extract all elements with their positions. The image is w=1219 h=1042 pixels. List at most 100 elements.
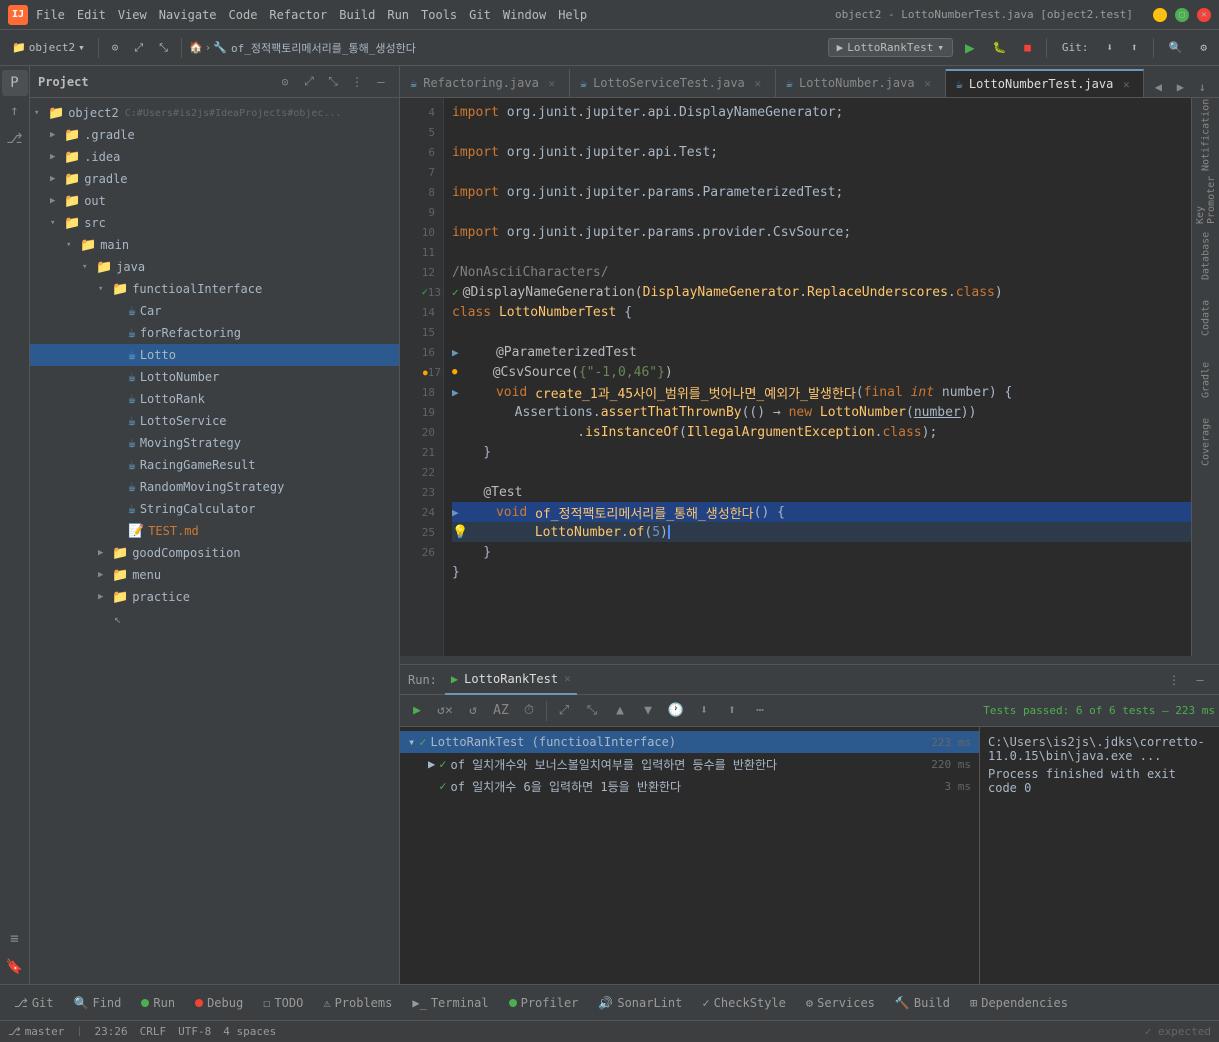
tree-item-practice[interactable]: ▶ 📁 practice — [30, 586, 399, 608]
tree-item-idea[interactable]: ▶ 📁 .idea — [30, 146, 399, 168]
update-button[interactable]: ⬇ — [1100, 38, 1119, 57]
structure-icon[interactable]: ≡ — [2, 926, 28, 952]
hide-panel-button[interactable]: — — [371, 72, 391, 92]
tree-item-lottoservice[interactable]: ▶ ☕ LottoService — [30, 410, 399, 432]
run-tree-item-test2[interactable]: ▶ ✓ of 일치개수 6을 입력하면 1등을 반환한다 3 ms — [400, 775, 979, 797]
tab-lottonumbertest[interactable]: ☕ LottoNumberTest.java ✕ — [946, 69, 1145, 97]
maximize-button[interactable]: □ — [1175, 8, 1189, 22]
coverage-panel[interactable]: Coverage — [1194, 412, 1218, 472]
menu-git[interactable]: Git — [469, 8, 491, 22]
problems-tool[interactable]: ⚠ Problems — [315, 993, 400, 1013]
debug-tool[interactable]: Debug — [187, 993, 251, 1013]
menu-refactor[interactable]: Refactor — [269, 8, 327, 22]
menu-build[interactable]: Build — [339, 8, 375, 22]
git-button[interactable]: Git: — [1056, 38, 1095, 57]
tree-item-src[interactable]: ▾ 📁 src — [30, 212, 399, 234]
run-tree-item-class[interactable]: ▾ ✓ LottoRankTest (functioalInterface) 2… — [400, 731, 979, 753]
indent-status[interactable]: 4 spaces — [223, 1025, 276, 1038]
collapse-panel-button[interactable]: ⤡ — [153, 38, 174, 58]
charset-status[interactable]: UTF-8 — [178, 1025, 211, 1038]
close-button[interactable]: ✕ — [1197, 8, 1211, 22]
breadcrumb-method[interactable]: of_정적팩토리메서리를_통해_생성한다 — [231, 40, 416, 56]
menu-file[interactable]: File — [36, 8, 65, 22]
more-options[interactable]: ⋯ — [747, 698, 773, 724]
dependencies-tool[interactable]: ⊞ Dependencies — [962, 993, 1076, 1013]
breadcrumb-item[interactable]: 🏠 — [189, 41, 203, 54]
menu-help[interactable]: Help — [558, 8, 587, 22]
tree-item-out[interactable]: ▶ 📁 out — [30, 190, 399, 212]
scroll-down-button[interactable]: ▼ — [635, 698, 661, 724]
project-icon[interactable]: P — [2, 70, 28, 96]
tab-lottoservicetest[interactable]: ☕ LottoServiceTest.java ✕ — [570, 69, 776, 97]
key-promoter-panel[interactable]: Key Promoter — [1194, 164, 1218, 224]
menu-view[interactable]: View — [118, 8, 147, 22]
notifications-panel[interactable]: Notifications — [1194, 102, 1218, 162]
bookmarks-icon[interactable]: 🔖 — [2, 954, 28, 980]
tab-close-button[interactable]: ✕ — [921, 76, 935, 90]
export-button[interactable]: ⬇ — [691, 698, 717, 724]
panel-settings-button[interactable]: ⋮ — [347, 72, 367, 92]
checkstyle-tool[interactable]: ✓ CheckStyle — [694, 993, 793, 1013]
menu-run[interactable]: Run — [387, 8, 409, 22]
tree-item-forrefactoring[interactable]: ▶ ☕ forRefactoring — [30, 322, 399, 344]
cursor-position-status[interactable]: 23:26 — [94, 1025, 127, 1038]
tree-item-gradle-hidden[interactable]: ▶ 📁 .gradle — [30, 124, 399, 146]
menu-window[interactable]: Window — [503, 8, 546, 22]
minimize-button[interactable]: ─ — [1153, 8, 1167, 22]
run-tool[interactable]: Run — [133, 993, 183, 1013]
tab-lottonumber[interactable]: ☕ LottoNumber.java ✕ — [776, 69, 946, 97]
history-button[interactable]: 🕐 — [663, 698, 689, 724]
tab-refactoring[interactable]: ☕ Refactoring.java ✕ — [400, 69, 570, 97]
tab-close-button[interactable]: ✕ — [751, 76, 765, 90]
find-tool[interactable]: 🔍 Find — [66, 993, 130, 1013]
gradle-panel[interactable]: Gradle — [1194, 350, 1218, 410]
horizontal-scrollbar[interactable] — [400, 656, 1219, 664]
scroll-tabs-left[interactable]: ◀ — [1148, 77, 1168, 97]
play-button[interactable]: ▶ — [404, 698, 430, 724]
rerun-button[interactable]: ↺ — [460, 698, 486, 724]
build-tool[interactable]: 🔨 Build — [887, 993, 958, 1013]
search-button[interactable]: 🔍 — [1163, 38, 1189, 57]
project-switcher[interactable]: 📁 object2 ▾ — [6, 38, 91, 57]
tree-item-java[interactable]: ▾ 📁 java — [30, 256, 399, 278]
expand-all-run[interactable]: ⤢ — [551, 698, 577, 724]
tree-item-stringcalc[interactable]: ▶ ☕ StringCalculator — [30, 498, 399, 520]
commit-icon[interactable]: ↑ — [2, 98, 28, 124]
tree-item-lotto[interactable]: ▶ ☕ Lotto — [30, 344, 399, 366]
menu-navigate[interactable]: Navigate — [159, 8, 217, 22]
run-tab[interactable]: ▶ LottoRankTest ✕ — [445, 665, 577, 695]
pull-requests-icon[interactable]: ⎇ — [2, 126, 28, 152]
tab-close-button[interactable]: ✕ — [545, 76, 559, 90]
rerun-failed-button[interactable]: ↺✕ — [432, 698, 458, 724]
git-tool[interactable]: ⎇ Git — [6, 993, 62, 1013]
tree-item-movingstrategy[interactable]: ▶ ☕ MovingStrategy — [30, 432, 399, 454]
run-tree-item-test1[interactable]: ▶ ✓ of 일치개수와 보너스볼일치여부를 입력하면 등수를 반환한다 220… — [400, 753, 979, 775]
tree-item-goodcomposition[interactable]: ▶ 📁 goodComposition — [30, 542, 399, 564]
scroll-tabs-right[interactable]: ▶ — [1170, 77, 1190, 97]
settings-button[interactable]: ⚙ — [1194, 38, 1213, 57]
sort-az-button[interactable]: AZ — [488, 698, 514, 724]
expand-all-button[interactable]: ⤢ — [299, 72, 319, 92]
push-button[interactable]: ⬆ — [1125, 38, 1144, 57]
run-settings-button[interactable]: ⋮ — [1163, 669, 1185, 691]
tree-item-testmd[interactable]: ▶ 📝 TEST.md — [30, 520, 399, 542]
scroll-up-button[interactable]: ▲ — [607, 698, 633, 724]
terminal-tool[interactable]: ▶_ Terminal — [404, 993, 496, 1013]
sort-duration-button[interactable]: ⏱ — [516, 698, 542, 724]
menu-edit[interactable]: Edit — [77, 8, 106, 22]
run-config-selector[interactable]: ▶ LottoRankTest ▾ — [828, 38, 953, 57]
database-panel[interactable]: Database — [1194, 226, 1218, 286]
minimize-run-button[interactable]: — — [1189, 669, 1211, 691]
menu-code[interactable]: Code — [229, 8, 258, 22]
locate-file-button[interactable]: ⊙ — [275, 72, 295, 92]
todo-tool[interactable]: ☐ TODO — [255, 993, 311, 1013]
sonarlint-tool[interactable]: 🔊 SonarLint — [590, 993, 690, 1013]
recent-files[interactable]: ↓ — [1192, 77, 1212, 97]
menu-tools[interactable]: Tools — [421, 8, 457, 22]
stop-button[interactable]: ■ — [1018, 38, 1037, 57]
tree-item-functioal[interactable]: ▾ 📁 functioalInterface — [30, 278, 399, 300]
import-button[interactable]: ⬆ — [719, 698, 745, 724]
breadcrumb-file[interactable]: 🔧 — [213, 41, 227, 54]
expand-panel-button[interactable]: ⤢ — [128, 38, 149, 58]
tree-item-root[interactable]: ▾ 📁 object2 C:#Users#is2js#IdeaProjects#… — [30, 102, 399, 124]
